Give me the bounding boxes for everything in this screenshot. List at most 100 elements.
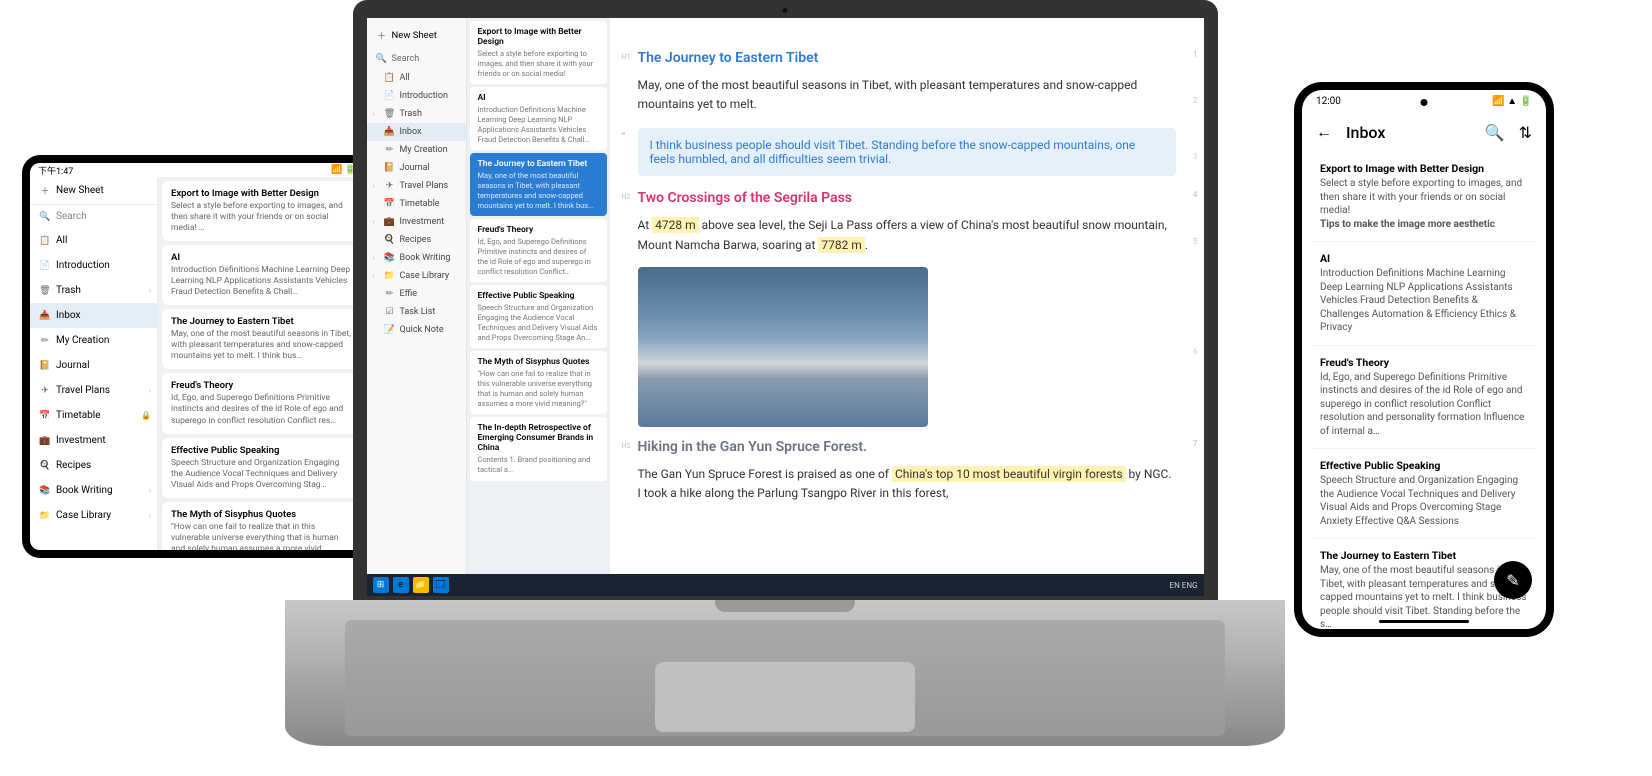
note-preview: Id, Ego, and Superego Definitions Primit… [478,237,599,276]
new-sheet-button[interactable]: ＋ New Sheet [30,177,157,205]
quote-marker: ❝ [622,131,626,139]
note-title: The Journey to Eastern Tibet [478,159,599,169]
note-preview: Introduction Definitions Machine Learnin… [1320,267,1528,335]
nav-icon: ✈ [40,386,50,396]
search-icon: 🔍 [40,212,50,222]
compose-fab[interactable]: ✎ [1494,561,1532,599]
nav-icon: 📥 [40,311,50,321]
note-card[interactable]: AIIntroduction Definitions Machine Learn… [1312,242,1536,346]
camera-icon [783,8,788,13]
explorer-icon[interactable]: 📁 [413,577,429,593]
nav-icon: ✏ [385,145,395,155]
note-title: The In-depth Retrospective of Emerging C… [478,423,599,453]
nav-icon: ✏ [385,289,395,299]
sidebar-item-recipes[interactable]: 🍳Recipes [367,231,466,249]
sidebar-item-investment[interactable]: ›💼Investment [367,213,466,231]
chevron-right-icon: › [149,386,151,395]
home-indicator[interactable] [1379,620,1469,623]
sidebar-item-trash[interactable]: ›🗑Trash [367,105,466,123]
sidebar-item-effie[interactable]: ✏Effie [367,285,466,303]
sidebar-item-introduction[interactable]: 📄Introduction [367,87,466,105]
search-icon: 🔍 [377,54,387,64]
sidebar-item-case-library[interactable]: ›📁Case Library [367,267,466,285]
edge-icon[interactable]: e [393,577,409,593]
note-card[interactable]: The In-depth Retrospective of Emerging C… [470,417,607,481]
tablet-time: 下午1:47 [38,164,73,177]
sidebar-item-recipes[interactable]: 🍳Recipes [30,453,157,478]
note-title: Export to Image with Better Design [478,27,599,47]
doc-quote[interactable]: ❝ I think business people should visit T… [638,128,1176,176]
laptop-note-list[interactable]: Export to Image with Better DesignSelect… [467,18,610,596]
nav-icon: 📄 [385,91,395,101]
note-title: AI [478,93,599,103]
sidebar-item-case-library[interactable]: 📁Case Library› [30,503,157,528]
heading-marker: H2 [622,442,631,450]
sidebar-item-timetable[interactable]: 📅Timetable [367,195,466,213]
nav-icon: ☑ [385,307,395,317]
sidebar-item-travel-plans[interactable]: ✈Travel Plans› [30,378,157,403]
sidebar-item-inbox[interactable]: 📥Inbox [30,303,157,328]
sidebar-item-trash[interactable]: 🗑Trash› [30,278,157,303]
note-card[interactable]: The Journey to Eastern TibetMay, one of … [470,153,607,216]
note-title: Freud's Theory [1320,356,1528,369]
sidebar-item-my-creation[interactable]: ✏My Creation [30,328,157,353]
sidebar-item-all[interactable]: 📋All [367,69,466,87]
nav-icon: 🍳 [385,235,395,245]
nav-icon: 📋 [40,236,50,246]
note-card[interactable]: Effective Public SpeakingSpeech Structur… [470,285,607,348]
doc-paragraph: May, one of the most beautiful seasons i… [638,76,1176,114]
phone-header: ← Inbox 🔍 ⇅ [1302,112,1546,152]
chevron-right-icon: › [149,486,151,495]
windows-start-icon[interactable]: ⊞ [373,577,389,593]
tablet-sidebar: ＋ New Sheet 🔍 Search 📋All📄Introduction🗑T… [30,177,158,550]
note-card[interactable]: Freud's TheoryId, Ego, and Superego Defi… [1312,346,1536,450]
sidebar-item-my-creation[interactable]: ✏My Creation [367,141,466,159]
sidebar-item-journal[interactable]: 📔Journal [367,159,466,177]
document-editor[interactable]: H1 The Journey to Eastern Tibet 1 May, o… [610,18,1204,596]
sidebar-item-book-writing[interactable]: ›📚Book Writing [367,249,466,267]
windows-taskbar[interactable]: ⊞ e 📁 🗔 EN ENG [367,574,1204,596]
note-card[interactable]: Effective Public SpeakingSpeech Structur… [1312,449,1536,539]
sidebar-item-introduction[interactable]: 📄Introduction [30,253,157,278]
nav-icon: 🍳 [40,461,50,471]
doc-image[interactable] [638,267,928,427]
note-card[interactable]: The Myth of Sisyphus Quotes"How can one … [470,351,607,414]
nav-icon: 💼 [40,436,50,446]
nav-icon: 🗑 [385,109,395,119]
search-icon[interactable]: 🔍 [1485,123,1505,142]
nav-icon: 📋 [385,73,395,83]
nav-icon: 📚 [385,253,395,263]
sort-icon[interactable]: ⇅ [1519,123,1532,142]
app-icon[interactable]: 🗔 [433,577,449,593]
sidebar-item-all[interactable]: 📋All [30,228,157,253]
lock-icon: 🔒 [141,411,151,420]
sidebar-item-timetable[interactable]: 📅Timetable🔒 [30,403,157,428]
doc-h1: H1 The Journey to Eastern Tibet 1 [638,50,1176,66]
search-input[interactable]: 🔍 Search [367,49,466,69]
nav-icon: 📔 [40,361,50,371]
sidebar-item-task-list[interactable]: ☑Task List [367,303,466,321]
note-card[interactable]: Export to Image with Better DesignSelect… [1312,152,1536,242]
laptop-screen: ＋ New Sheet 🔍 Search 📋All📄Introduction›🗑… [367,18,1204,596]
sidebar-item-investment[interactable]: 💼Investment [30,428,157,453]
note-title: Freud's Theory [478,225,599,235]
doc-paragraph: At 4728 m above sea level, the Seji La P… [638,216,1176,254]
phone-note-list[interactable]: Export to Image with Better DesignSelect… [1302,152,1546,629]
sidebar-item-quick-note[interactable]: 📝Quick Note [367,321,466,339]
sidebar-item-journal[interactable]: 📔Journal [30,353,157,378]
back-icon[interactable]: ← [1316,122,1332,142]
nav-icon: 🗑 [40,286,50,296]
note-card[interactable]: Freud's Theory Id, Ego, and Superego Defi… [470,219,607,282]
laptop-base [285,600,1285,746]
note-card[interactable]: Export to Image with Better DesignSelect… [470,21,607,84]
taskbar-tray[interactable]: EN ENG [1170,581,1198,590]
note-preview: Contents 1. Brand positioning and tactic… [478,455,599,475]
new-sheet-button[interactable]: ＋ New Sheet [367,22,466,49]
sidebar-item-book-writing[interactable]: 📚Book Writing› [30,478,157,503]
sidebar-item-travel-plans[interactable]: ›✈Travel Plans [367,177,466,195]
edit-icon: ✎ [1506,571,1519,590]
search-input[interactable]: 🔍 Search [30,205,157,228]
sidebar-item-inbox[interactable]: 📥Inbox [367,123,466,141]
highlight: 4728 m [652,217,698,233]
note-card[interactable]: AIIntroduction Definitions Machine Learn… [470,87,607,150]
